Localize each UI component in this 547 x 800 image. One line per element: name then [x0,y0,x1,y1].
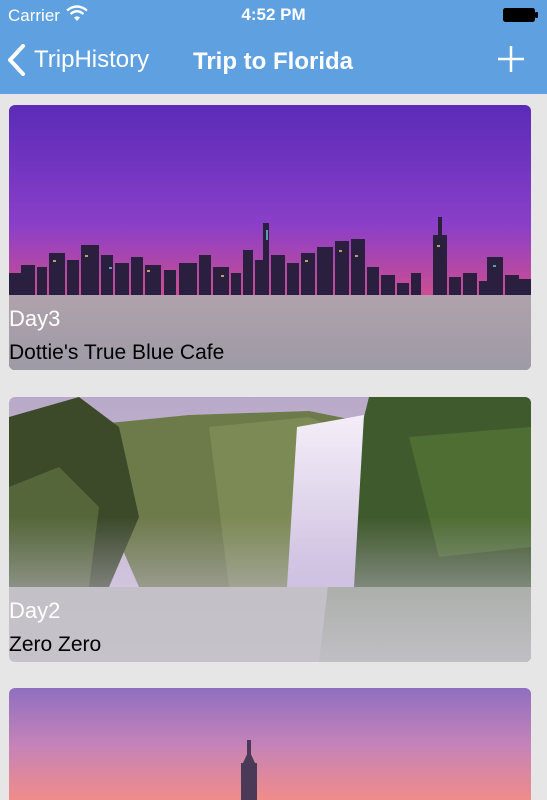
back-label: TripHistory [34,46,150,73]
card-place-name: Dottie's True Blue Cafe [9,341,225,364]
card-place-name: Zero Zero [9,633,102,656]
card-caption: Day2 Zero Zero [9,587,531,662]
card-day-label: Day2 [9,598,61,623]
trip-day-card[interactable]: Day3 Dottie's True Blue Cafe [9,105,531,370]
trip-day-card[interactable] [9,688,531,800]
plus-icon[interactable] [497,45,525,73]
chevron-left-icon [8,44,25,76]
status-time: 4:52 PM [241,5,306,24]
city-tower-image [9,688,531,800]
header: Carrier 4:52 PM TripHistory Trip to Flor… [0,0,547,94]
card-caption: Day3 Dottie's True Blue Cafe [9,295,531,370]
status-bar: Carrier 4:52 PM [0,0,547,30]
battery-icon [503,8,538,22]
back-button[interactable]: TripHistory [6,42,149,78]
card-day-label: Day3 [9,306,61,331]
nav-bar: TripHistory Trip to Florida [0,30,547,94]
trip-day-card[interactable]: Day2 Zero Zero [9,397,531,662]
page-title: Trip to Florida [193,48,353,75]
